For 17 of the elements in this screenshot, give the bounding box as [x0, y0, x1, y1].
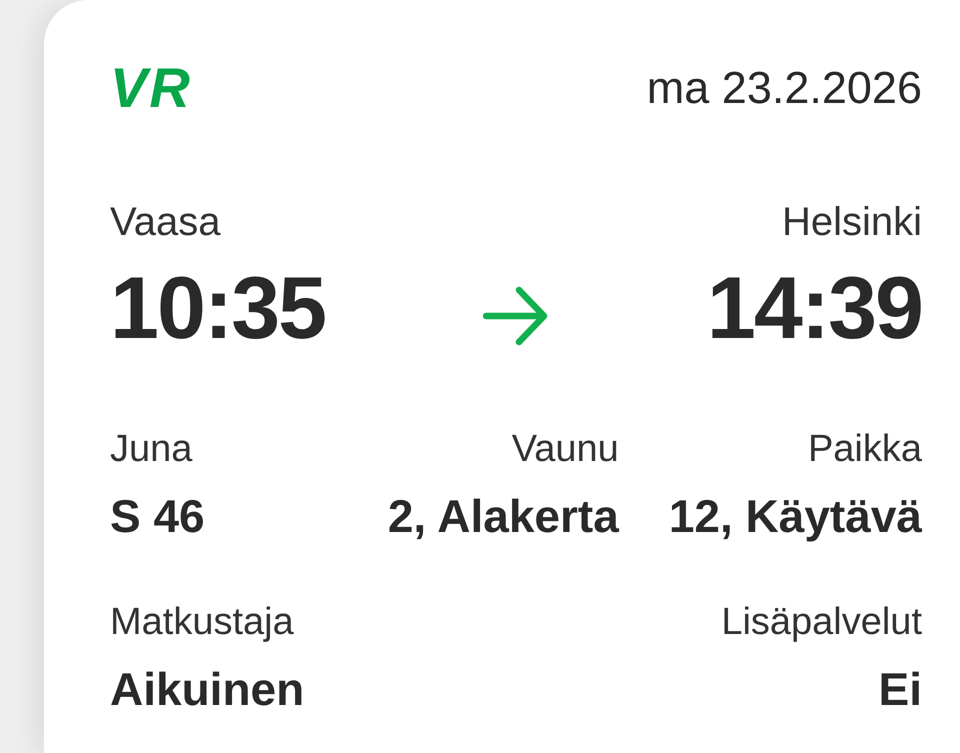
logo: VR [110, 60, 192, 116]
date-text: ma 23.2.2026 [646, 61, 922, 115]
origin-station: Vaasa [110, 200, 220, 244]
field-value: S 46 [110, 489, 206, 543]
field-label: Matkustaja [110, 600, 295, 644]
arrival-time: 14:39 [706, 260, 922, 356]
destination-station: Helsinki [782, 200, 922, 244]
field-label: Lisäpalvelut [721, 600, 922, 644]
field-label: Paikka [806, 427, 922, 471]
field-label: Juna [110, 427, 194, 471]
departure-time: 10:35 [110, 260, 326, 356]
field-value: Aikuinen [110, 662, 304, 716]
field-value: 2, Alakerta [388, 489, 619, 543]
field-value: Ei [878, 662, 922, 716]
field-label: Vaunu [510, 427, 619, 471]
arrow-right-icon [483, 284, 549, 348]
field-value: 12, Käytävä [668, 489, 922, 543]
